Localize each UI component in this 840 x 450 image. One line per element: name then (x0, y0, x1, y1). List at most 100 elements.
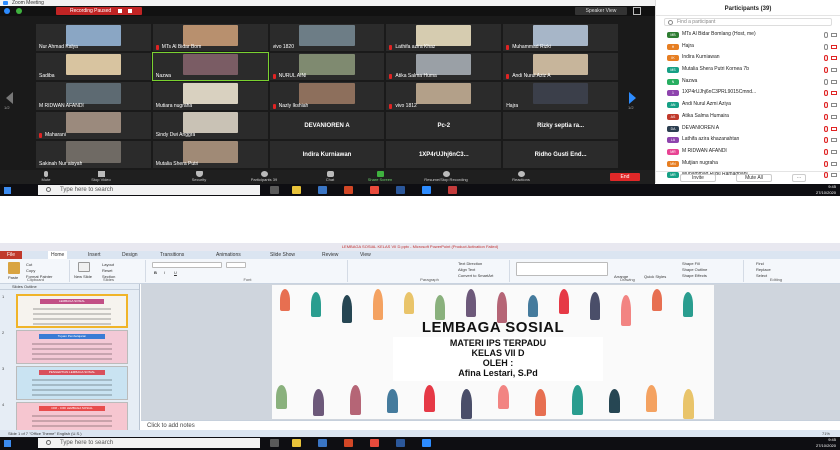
media-app-icon[interactable] (448, 186, 457, 194)
next-page-arrow-icon[interactable] (629, 92, 636, 104)
microphone-icon[interactable] (824, 125, 828, 132)
microphone-icon[interactable] (824, 32, 828, 38)
microphone-icon[interactable] (824, 102, 828, 109)
video-camera-icon[interactable] (831, 91, 837, 96)
chrome-icon[interactable] (370, 439, 379, 447)
align-text-button[interactable]: Align Text (458, 267, 475, 272)
video-tile[interactable]: Lathifa azira Khaz (386, 24, 502, 52)
task-view-icon[interactable] (270, 186, 279, 194)
video-tile[interactable]: Andi Nurul Aziz A (503, 53, 618, 81)
speaker-view-button[interactable]: Speaker View (575, 7, 627, 15)
previous-page-arrow-icon[interactable] (6, 92, 13, 104)
invite-button[interactable]: Invite (680, 174, 716, 182)
word-app-icon[interactable] (396, 186, 405, 194)
bold-button[interactable]: B (154, 270, 157, 275)
fullscreen-icon[interactable] (633, 7, 641, 15)
video-tile[interactable]: Ridho Gusti End... (503, 140, 618, 168)
video-tile[interactable]: M RIDWAN AFANDI (36, 82, 151, 110)
reset-button[interactable]: Reset (102, 268, 112, 273)
mute-button[interactable]: Mute (34, 170, 58, 184)
chrome-icon[interactable] (370, 186, 379, 194)
font-family-select[interactable] (152, 262, 222, 268)
participant-row[interactable]: LA Lathifa azira khazanahtan (656, 134, 840, 146)
video-camera-icon[interactable] (831, 44, 837, 49)
video-tile[interactable]: Muhammad Rizki (503, 24, 618, 52)
video-tile[interactable]: NURUL AINI (269, 53, 385, 81)
taskbar-search-input[interactable]: Type here to search (38, 185, 260, 195)
participant-row[interactable]: H Hajra (656, 41, 840, 53)
microphone-icon[interactable] (824, 137, 828, 144)
recording-indicator[interactable]: Recording Paused (56, 7, 142, 15)
video-camera-icon[interactable] (831, 56, 837, 61)
tab-design[interactable]: Design (122, 251, 138, 259)
slide-subtitle-box[interactable]: MATERI IPS TERPADU KELAS VII D OLEH : Af… (393, 337, 603, 381)
notes-pane[interactable]: Click to add notes (141, 420, 840, 430)
participant-row[interactable]: MB MTs Al Bidar Bomlang (Host, me) (656, 29, 840, 41)
share-screen-button[interactable]: Share Screen (360, 170, 400, 184)
font-size-select[interactable] (226, 262, 246, 268)
info-icon[interactable] (4, 8, 10, 14)
video-camera-icon[interactable] (831, 79, 837, 84)
tab-slide-show[interactable]: Slide Show (270, 251, 295, 259)
replace-button[interactable]: Replace (756, 267, 771, 272)
video-tile[interactable]: Nur Ahmad Kalya (36, 24, 151, 52)
video-tile[interactable]: Rizky septia ra... (503, 111, 618, 139)
powerpoint-app-icon[interactable] (344, 186, 353, 194)
microphone-icon[interactable] (824, 78, 828, 85)
slide-title[interactable]: LEMBAGA SOSIAL (272, 319, 714, 336)
participant-row[interactable]: IK Indira Kurniawan (656, 52, 840, 64)
reactions-button[interactable]: Reactions (504, 170, 538, 184)
tab-transitions[interactable]: Transitions (160, 251, 184, 259)
participant-row[interactable]: N Nazwa (656, 76, 840, 88)
word-app-icon[interactable] (396, 439, 405, 447)
video-camera-icon[interactable] (831, 138, 837, 143)
video-tile[interactable]: Nazly Ikshiah (269, 82, 385, 110)
taskbar-clock[interactable]: 9:45 27/10/2020 (816, 184, 836, 196)
video-camera-icon[interactable] (831, 114, 837, 119)
store-icon[interactable] (318, 439, 327, 447)
encryption-shield-icon[interactable] (16, 8, 22, 14)
slide-thumbnail[interactable]: 3 PENGERTIAN LEMBAGA SOSIAL (2, 366, 128, 400)
participants-button[interactable]: Participants 39 (244, 170, 284, 184)
microphone-icon[interactable] (824, 148, 828, 155)
microphone-icon[interactable] (824, 113, 828, 120)
video-tile[interactable]: Indira Kurniawan (269, 140, 385, 168)
video-tile[interactable]: vivo 1812 (386, 82, 502, 110)
task-view-icon[interactable] (270, 439, 279, 447)
copy-button[interactable]: Copy (26, 268, 35, 273)
slide-thumbnail[interactable]: 1 LEMBAGA SOSIAL (2, 294, 128, 328)
zoom-app-icon[interactable] (422, 186, 431, 194)
zoom-app-icon[interactable] (422, 439, 431, 447)
cut-button[interactable]: Cut (26, 262, 32, 267)
taskbar-search-input[interactable]: Type here to search (38, 438, 260, 448)
more-options-button[interactable]: ⋯ (792, 174, 806, 182)
slide-thumbnail[interactable]: 2 Tujuan Pembelajaran (2, 330, 128, 364)
video-tile[interactable]: Sakinah Nur aisyah (36, 140, 151, 168)
shape-outline-button[interactable]: Shape Outline (682, 267, 707, 272)
microphone-icon[interactable] (824, 43, 828, 50)
video-camera-icon[interactable] (831, 161, 837, 166)
resume-recording-icon[interactable] (118, 9, 122, 13)
file-explorer-icon[interactable] (292, 439, 301, 447)
video-camera-icon[interactable] (831, 103, 837, 108)
video-camera-icon[interactable] (831, 33, 837, 37)
tab-animations[interactable]: Animations (216, 251, 241, 259)
end-meeting-button[interactable]: End (610, 173, 640, 181)
shapes-gallery[interactable] (516, 262, 608, 276)
video-tile[interactable]: Atika Salma Huma (386, 53, 502, 81)
microphone-icon[interactable] (824, 160, 828, 167)
video-tile[interactable]: Nazwa (151, 52, 269, 82)
video-tile[interactable]: 1XP4rUJhj6nC3... (386, 140, 502, 168)
underline-button[interactable]: U (174, 270, 177, 275)
tab-view[interactable]: View (360, 251, 371, 259)
shape-fill-button[interactable]: Shape Fill (682, 261, 700, 266)
participant-row[interactable]: MR M RIDWAN AFANDI (656, 146, 840, 158)
video-tile[interactable]: Maharani (36, 111, 151, 139)
video-camera-icon[interactable] (831, 126, 837, 131)
video-camera-icon[interactable] (831, 149, 837, 154)
chat-button[interactable]: Chat (318, 170, 342, 184)
participant-row[interactable]: 1 1XP4rUJhj6nC3PRL9015Cmnd... (656, 87, 840, 99)
tab-home[interactable]: Home (48, 251, 68, 259)
video-tile[interactable]: Hajra (503, 82, 618, 110)
tab-insert[interactable]: Insert (88, 251, 101, 259)
